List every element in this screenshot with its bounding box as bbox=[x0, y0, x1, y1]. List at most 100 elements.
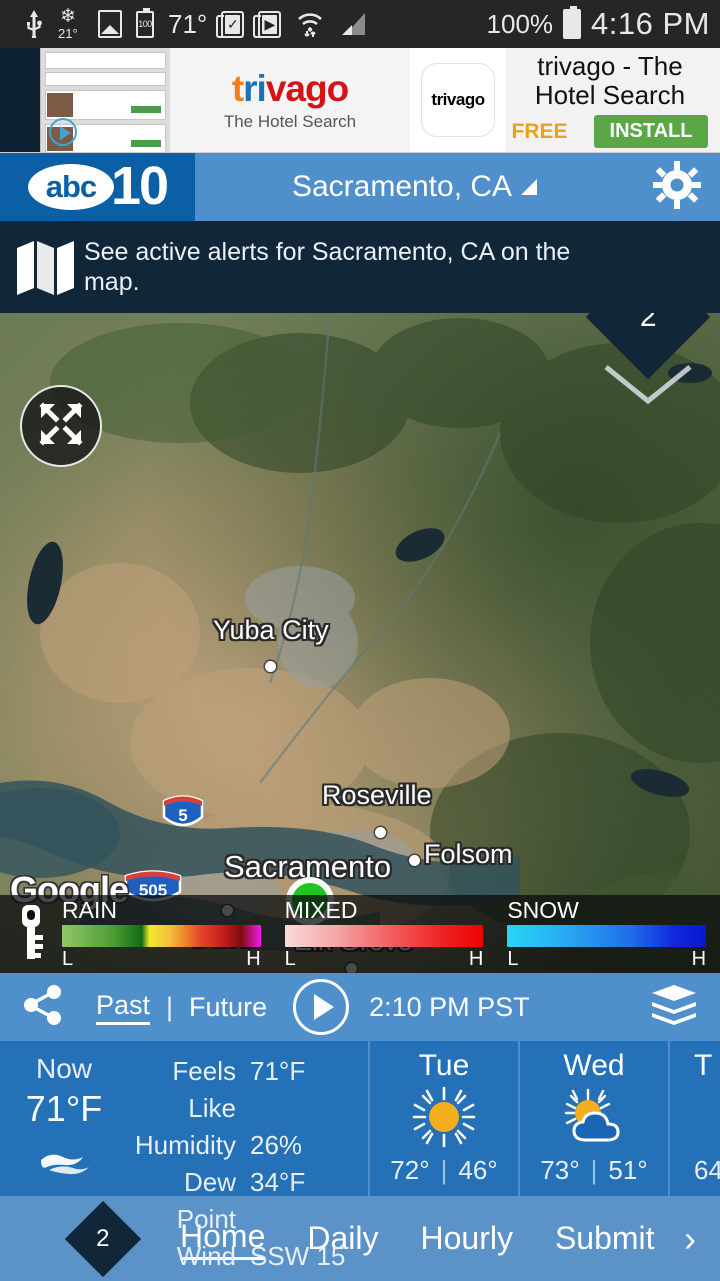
time-mode-tabs: Past | Future bbox=[96, 990, 267, 1025]
clipboard-play-icon: ▶ bbox=[253, 10, 282, 38]
alert-banner[interactable]: See active alerts for Sacramento, CA on … bbox=[0, 221, 720, 313]
radar-controls: Past | Future 2:10 PM PST bbox=[0, 973, 720, 1041]
label-wind: Wind bbox=[176, 1240, 236, 1271]
tab-divider: | bbox=[166, 991, 174, 1022]
current-conditions[interactable]: Now 71°F Feels Like 71°F Humidity 26% De… bbox=[0, 1041, 368, 1271]
bottom-navigation: 2 Home Daily Hourly Submit › bbox=[0, 1196, 720, 1281]
key-icon bbox=[14, 903, 48, 966]
value-feels-like: 71°F bbox=[250, 1056, 306, 1086]
ad-brand-logo: trivago The Hotel Search bbox=[170, 48, 410, 152]
legend-title-mixed: MIXED bbox=[284, 897, 358, 923]
forecast-day-tue[interactable]: Tue 72° | 46° bbox=[368, 1041, 518, 1196]
forecast-day-name: Wed bbox=[563, 1049, 625, 1082]
location-selector[interactable]: Sacramento, CA bbox=[195, 170, 634, 204]
current-row-dew-point: Dew Point 34°F bbox=[120, 1164, 358, 1238]
map-dot-yuba-city bbox=[265, 661, 276, 672]
chevron-right-icon[interactable]: › bbox=[684, 1218, 702, 1260]
fullscreen-button[interactable] bbox=[20, 385, 102, 467]
map-dot-roseville bbox=[375, 827, 386, 838]
snowflake-icon: ❄ 21° bbox=[58, 6, 84, 41]
nav-item-submit[interactable]: Submit bbox=[555, 1220, 655, 1257]
layers-button[interactable] bbox=[638, 984, 698, 1031]
radar-map[interactable]: 2 Yuba City Roseville Folsom Sacramento … bbox=[0, 313, 720, 973]
tab-past[interactable]: Past bbox=[96, 990, 151, 1025]
snowflake-temp: 21° bbox=[58, 26, 78, 41]
forecast-temp-sep: | bbox=[590, 1155, 598, 1185]
radar-legend: RAIN L H MIXED L H SNOW L H bbox=[0, 895, 720, 973]
legend-group-mixed: MIXED L H bbox=[284, 897, 484, 969]
ad-title: trivago - The Hotel Search bbox=[534, 50, 686, 110]
current-row-humidity: Humidity 26% bbox=[120, 1127, 358, 1164]
map-label-yuba-city: Yuba City bbox=[213, 615, 329, 645]
share-button[interactable] bbox=[22, 984, 96, 1031]
label-humidity: Humidity bbox=[134, 1129, 236, 1160]
alert-count-value: 2 bbox=[639, 313, 657, 333]
forecast-temp-sep: | bbox=[440, 1155, 448, 1185]
ad-screenshot bbox=[40, 48, 170, 152]
battery-percent: 100% bbox=[486, 8, 554, 39]
legend-ends-mixed: L H bbox=[285, 949, 484, 969]
status-bar-right: 100% 4:16 PM bbox=[487, 6, 710, 42]
status-clock: 4:16 PM bbox=[591, 6, 710, 41]
abc-logo-text: abc bbox=[27, 164, 114, 210]
legend-bar-snow bbox=[507, 925, 707, 947]
value-humidity: 26% bbox=[250, 1129, 303, 1160]
partly-cloudy-icon bbox=[556, 1086, 632, 1153]
legend-title-snow: SNOW bbox=[507, 897, 579, 923]
play-button[interactable] bbox=[293, 979, 350, 1035]
forecast-temps: 73° | 51° bbox=[540, 1155, 647, 1186]
forecast-high: 64 bbox=[694, 1155, 720, 1185]
share-icon bbox=[22, 984, 64, 1031]
battery-icon bbox=[563, 6, 582, 39]
nav-item-hourly[interactable]: Hourly bbox=[420, 1220, 512, 1257]
legend-low-snow: L bbox=[507, 948, 519, 970]
app-header: abc 10 Sacramento, CA bbox=[0, 153, 720, 221]
wind-icon bbox=[35, 1148, 93, 1183]
ad-app-icon: trivago bbox=[410, 48, 506, 152]
legend-high-snow: H bbox=[691, 948, 707, 970]
tab-future[interactable]: Future bbox=[189, 992, 267, 1023]
ad-wordmark-t: t bbox=[231, 68, 244, 109]
ad-cta-row: FREE INSTALL bbox=[512, 115, 709, 149]
legend-group-rain: RAIN L H bbox=[62, 899, 261, 969]
legend-low-rain: L bbox=[62, 948, 74, 970]
forecast-day-partial[interactable]: T 64 bbox=[668, 1041, 720, 1196]
wifi-icon bbox=[295, 9, 325, 39]
label-feels-like: Feels Like bbox=[172, 1056, 236, 1123]
settings-button[interactable] bbox=[634, 160, 720, 215]
forecast-high: 73° bbox=[540, 1155, 580, 1185]
forecast-temps: 64 bbox=[694, 1155, 720, 1186]
ad-wordmark: trivago bbox=[231, 68, 349, 110]
forecast-strip[interactable]: Tue 72° | 46° Wed 73° | 51° T 64 bbox=[368, 1041, 720, 1196]
battery-saver-icon: 100 bbox=[136, 7, 154, 38]
current-row-wind: Wind SSW 15 bbox=[120, 1238, 358, 1275]
forecast-day-wed[interactable]: Wed 73° | 51° bbox=[518, 1041, 668, 1196]
gear-icon bbox=[652, 160, 702, 215]
snowflake-glyph: ❄ bbox=[60, 6, 76, 27]
photo-icon bbox=[98, 10, 122, 38]
legend-key-button[interactable] bbox=[0, 903, 62, 966]
shield-number-5: 5 bbox=[178, 806, 187, 825]
legend-ends-snow: L H bbox=[507, 949, 706, 969]
ad-install-button[interactable]: INSTALL bbox=[593, 115, 709, 149]
legend-high-mixed: H bbox=[468, 948, 484, 970]
ad-wordmark-go: go bbox=[304, 68, 349, 109]
legend-bar-mixed bbox=[284, 925, 484, 947]
ad-app-icon-label: trivago bbox=[421, 63, 495, 137]
abc10-logo[interactable]: abc 10 bbox=[0, 153, 195, 221]
legend-group-snow: SNOW L H bbox=[507, 897, 707, 969]
nav-alert-count: 2 bbox=[96, 1224, 110, 1252]
alert-message: See active alerts for Sacramento, CA on … bbox=[83, 237, 571, 297]
ad-banner[interactable]: trivago The Hotel Search trivago trivago… bbox=[0, 48, 720, 153]
status-bar: ❄ 21° 100 71° ✓ ▶ 100% 4:16 PM bbox=[0, 0, 720, 48]
ad-tagline: The Hotel Search bbox=[223, 112, 357, 131]
status-bar-left-icons: ❄ 21° 100 71° ✓ ▶ bbox=[24, 6, 474, 41]
conditions-strip: Now 71°F Feels Like 71°F Humidity 26% De… bbox=[0, 1041, 720, 1271]
ad-play-icon[interactable] bbox=[49, 118, 77, 146]
forecast-day-name: Tue bbox=[418, 1049, 470, 1082]
legend-groups: RAIN L H MIXED L H SNOW L H bbox=[62, 899, 720, 969]
ad-left-gutter bbox=[0, 48, 40, 152]
ad-copy: trivago - The Hotel Search FREE INSTALL bbox=[506, 48, 720, 152]
channel-number: 10 bbox=[110, 156, 169, 217]
cell-signal-icon bbox=[339, 11, 367, 37]
